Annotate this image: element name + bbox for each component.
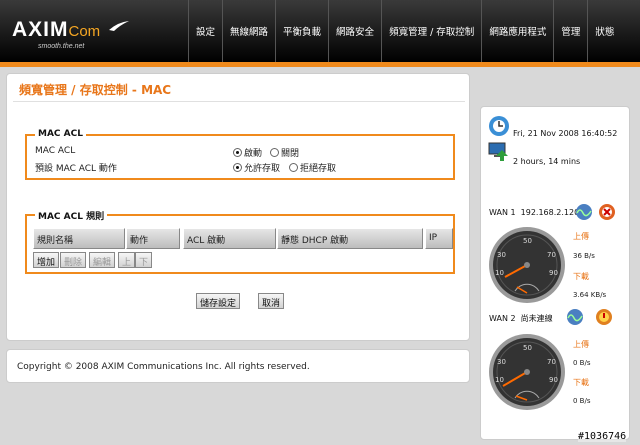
copyright-text: Copyright © 2008 AXIM Communications Inc… [17, 362, 310, 372]
radio-label: 啟動 [244, 149, 263, 159]
gauge-tick: 70 [547, 251, 556, 259]
uptime-text: 2 hours, 14 mins [513, 157, 581, 166]
radio-label: 拒絕存取 [300, 164, 337, 174]
wan1-upload-label: 上傳 [573, 232, 589, 241]
watermark: #1036746 [578, 431, 627, 442]
uptime-monitor-icon [488, 142, 508, 161]
radio-label: 關閉 [281, 149, 300, 159]
save-settings-button[interactable]: 儲存設定 [196, 293, 241, 309]
edit-rule-button[interactable]: 編輯 [89, 252, 116, 268]
nav-item-load-balance[interactable]: 平衡負載 [275, 0, 328, 62]
mac-acl-enable-radio[interactable]: 啟動 [233, 146, 262, 159]
main-panel: 頻寬管理 / 存取控制 - MAC MAC ACL MAC ACL 啟動 關閉 … [6, 73, 470, 341]
wan2-upload-value: 0 B/s [573, 359, 591, 367]
nav-item-applications[interactable]: 網路應用程式 [481, 0, 553, 62]
header-accent-line [0, 62, 640, 67]
column-header-ip[interactable]: IP [425, 228, 453, 249]
wan1-download-value: 3.64 KB/s [573, 291, 607, 299]
wan1-signal-icon[interactable] [575, 203, 593, 221]
wan1-speed-gauge: 10 30 50 70 90 [487, 225, 567, 305]
mac-acl-legend: MAC ACL [35, 129, 86, 139]
wan2-label: WAN 2 尚未連線 [489, 314, 553, 323]
column-header-rule-name[interactable]: 規則名稱 [33, 228, 125, 249]
wan2-signal-icon[interactable] [566, 308, 584, 326]
gauge-tick: 90 [549, 269, 558, 277]
wan1-upload-value: 36 B/s [573, 252, 595, 260]
mac-acl-disable-radio[interactable]: 關閉 [270, 146, 299, 159]
title-divider [13, 101, 465, 102]
page-title: 頻寬管理 / 存取控制 - MAC [19, 83, 172, 97]
radio-selected-icon [233, 163, 242, 172]
nav-item-wireless[interactable]: 無線網路 [222, 0, 275, 62]
move-down-button[interactable]: 下 [135, 252, 153, 268]
datetime-text: Fri, 21 Nov 2008 16:40:52 [513, 129, 618, 138]
rules-legend: MAC ACL 規則 [35, 209, 108, 222]
gauge-tick: 50 [523, 344, 532, 352]
wan1-download-label: 下載 [573, 272, 589, 281]
radio-label: 允許存取 [244, 164, 281, 174]
footer: Copyright © 2008 AXIM Communications Inc… [6, 349, 470, 383]
column-header-static-dhcp[interactable]: 靜態 DHCP 啟動 [277, 228, 423, 249]
mac-acl-fieldset: MAC ACL MAC ACL 啟動 關閉 預設 MAC ACL 動作 允許存取… [25, 129, 455, 180]
nav-item-settings[interactable]: 設定 [188, 0, 222, 62]
gauge-tick: 10 [495, 269, 504, 277]
wan2-upload-label: 上傳 [573, 340, 589, 349]
clock-globe-icon [489, 116, 509, 136]
gauge-tick: 90 [549, 376, 558, 384]
brand-name: AXIM [12, 18, 69, 41]
status-panel: Fri, 21 Nov 2008 16:40:52 2 hours, 14 mi… [480, 106, 630, 440]
brand-suffix: Com [68, 23, 101, 40]
radio-selected-icon [233, 148, 242, 157]
default-deny-radio[interactable]: 拒絕存取 [289, 161, 336, 174]
mac-acl-label: MAC ACL [35, 146, 76, 156]
wan1-disconnect-icon[interactable] [598, 203, 616, 221]
brand-tagline: smooth.the.net [38, 43, 85, 50]
delete-rule-button[interactable]: 刪除 [60, 252, 87, 268]
mac-acl-rules-fieldset: MAC ACL 規則 規則名稱 動作 ACL 啟動 靜態 DHCP 啟動 IP … [25, 209, 455, 274]
nav-item-management[interactable]: 管理 [553, 0, 587, 62]
wan2-download-label: 下載 [573, 378, 589, 387]
nav-item-status[interactable]: 狀態 [587, 0, 621, 62]
wan2-connect-icon[interactable] [595, 308, 613, 326]
gauge-tick: 50 [523, 237, 532, 245]
wan2-download-value: 0 B/s [573, 397, 591, 405]
default-allow-radio[interactable]: 允許存取 [233, 161, 280, 174]
nav-item-bandwidth-access[interactable]: 頻寬管理 / 存取控制 [381, 0, 481, 62]
logo-swoosh-icon [109, 21, 129, 31]
wan1-label: WAN 1 192.168.2.120 [489, 208, 580, 217]
gauge-tick: 10 [495, 376, 504, 384]
gauge-tick: 70 [547, 358, 556, 366]
move-up-button[interactable]: 上 [118, 252, 136, 268]
column-header-action[interactable]: 動作 [126, 228, 180, 249]
gauge-tick: 30 [497, 251, 506, 259]
cancel-button[interactable]: 取消 [258, 293, 285, 309]
main-nav: 設定 無線網路 平衡負載 網路安全 頻寬管理 / 存取控制 網路應用程式 管理 … [188, 0, 621, 62]
nav-item-security[interactable]: 網路安全 [328, 0, 381, 62]
default-action-label: 預設 MAC ACL 動作 [35, 164, 117, 174]
brand-logo: AXIMCom [12, 18, 100, 42]
wan2-speed-gauge: 10 30 50 70 90 [487, 332, 567, 412]
gauge-tick: 30 [497, 358, 506, 366]
radio-unselected-icon [270, 148, 279, 157]
add-rule-button[interactable]: 增加 [33, 252, 60, 268]
radio-unselected-icon [289, 163, 298, 172]
column-header-acl-enable[interactable]: ACL 啟動 [183, 228, 276, 249]
